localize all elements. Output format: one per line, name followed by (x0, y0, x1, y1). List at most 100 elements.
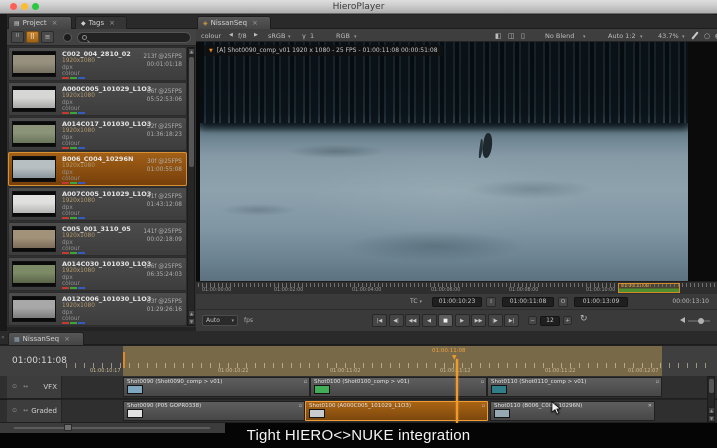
fps-select[interactable]: Auto▾ (202, 315, 238, 326)
step-plus-button[interactable]: + (563, 316, 572, 325)
go-to-end-button[interactable]: ▶| (504, 314, 519, 327)
step-minus-button[interactable]: − (528, 316, 537, 325)
proxy-select[interactable]: Auto 1:2 (608, 32, 636, 40)
timeline-clip[interactable]: Shot0090 (Shot0090_comp > v01) ▫ (123, 377, 310, 397)
fps-label: fps (244, 317, 253, 324)
side-by-side-icon[interactable]: ▯ (521, 32, 525, 40)
play-button[interactable]: ▶ (455, 314, 470, 327)
filter-swatch[interactable] (63, 33, 72, 42)
tab-viewer-nissanseq[interactable]: ◈ NissanSeq × (197, 16, 271, 29)
panel-menu-icon[interactable]: » (1, 334, 5, 341)
play-backward-button[interactable]: ◀ (422, 314, 437, 327)
next-edit-button[interactable]: |▶ (488, 314, 503, 327)
scroll-up-icon[interactable]: ▲ (708, 407, 715, 414)
prev-edit-button[interactable]: ◀| (389, 314, 404, 327)
set-out-button[interactable]: O (558, 297, 568, 307)
timeline-clip[interactable]: Shot0110 (Shot0110_comp > v01) ▫ (487, 377, 662, 397)
clip-name: A014C030_101030_L1O3 (62, 260, 151, 268)
ab-marker-icon[interactable]: ▼ (209, 48, 213, 54)
tab-tags-label: Tags (89, 19, 105, 27)
inout-range[interactable]: 01:00:11:08 (618, 283, 680, 293)
tab-tags[interactable]: ◆ Tags × (75, 16, 127, 29)
ruler-timecode-label: 01:00:04:00 (352, 288, 381, 293)
volume-icon[interactable] (680, 317, 685, 323)
play-backward-fast-button[interactable]: ◀◀ (405, 314, 420, 327)
go-to-start-button[interactable]: |◀ (372, 314, 387, 327)
tracks-scrollbar[interactable]: ▲ ▼ (707, 376, 715, 423)
clip-format: dpx (62, 100, 73, 106)
close-icon[interactable]: × (109, 19, 115, 27)
exposure-up-icon[interactable]: ▶ (254, 32, 258, 38)
clip-thumbnail (12, 51, 56, 77)
bin-clip-item[interactable]: B006_C004_10296N 1920x1080 dpx colour 30… (8, 152, 187, 186)
bin-clip-item[interactable]: A014C017_101030_L1O3 1920x1080 dpx colou… (8, 117, 187, 151)
stack-icon[interactable]: ◫ (508, 32, 515, 40)
wipe-icon[interactable]: ◧ (495, 32, 502, 40)
clip-format: dpx (62, 170, 73, 176)
close-icon[interactable]: × (252, 19, 258, 27)
bin-scrollbar[interactable]: ▲ ▲ ▼ (187, 47, 195, 326)
search-input[interactable] (77, 32, 191, 43)
bin-clip-item[interactable]: C005_001_3110_05 1920x1080 dpx colour 14… (8, 222, 187, 256)
rgb-channels-icon (62, 322, 85, 324)
view-mode-button[interactable]: ⠛ (11, 31, 24, 43)
clip-resolution: 1920x1080 (62, 58, 95, 64)
rgb-channels-icon (62, 112, 85, 114)
scrollbar-thumb[interactable] (709, 379, 714, 393)
channels-select[interactable]: RGB (336, 32, 350, 40)
zoom-level-select[interactable]: 43.7% (658, 32, 679, 40)
gamma-label: γ (302, 32, 306, 40)
close-icon[interactable]: × (64, 335, 70, 343)
blend-select[interactable]: No Blend (545, 32, 574, 40)
tc-mode-select[interactable]: TC ▾ (410, 298, 422, 305)
bin-clip-item[interactable]: A007C005_101029_L1O3 1920x1080 dpx colou… (8, 187, 187, 221)
bin-clip-item[interactable]: A014C030_101030_L1O3 1920x1080 dpx colou… (8, 257, 187, 291)
tab-viewer-label: NissanSeq (211, 19, 247, 27)
scroll-down-icon[interactable]: ▼ (188, 318, 195, 325)
set-in-button[interactable]: I (486, 297, 496, 307)
view-mode-button[interactable]: ≡ (41, 31, 54, 43)
exposure-down-icon[interactable]: ◀ (229, 32, 233, 38)
tab-project[interactable]: ▤ Project × (8, 16, 72, 29)
bin-clip-item[interactable]: C002_004_2810_02 1920x1080 dpx colour 21… (8, 47, 187, 81)
volume-slider-handle[interactable] (698, 318, 704, 324)
current-timecode-field[interactable]: 01:00:11:08 (502, 297, 554, 307)
exposure-value[interactable]: f/8 (238, 32, 247, 40)
loop-icon[interactable]: ↻ (580, 314, 588, 324)
timeline-clip[interactable]: Shot0100 (A000C005_101029_L1O3) ▫ (305, 401, 488, 421)
timeline-clip[interactable]: Shot0100 (Shot0100_comp > v01) ▫ (310, 377, 487, 397)
playhead-line[interactable] (456, 359, 458, 423)
play-fast-button[interactable]: ▶▶ (471, 314, 486, 327)
rgb-channels-icon (62, 182, 85, 184)
view-mode-button[interactable]: ⠿ (26, 31, 39, 43)
clip-badge-icon: ✕ (648, 403, 652, 409)
scroll-down-icon[interactable]: ▼ (708, 415, 715, 422)
step-value-field[interactable]: 12 (540, 316, 560, 326)
clip-name: A012C006_101030_L1O3 (62, 295, 151, 303)
scroll-up-icon[interactable]: ▲ (188, 310, 195, 317)
close-icon[interactable]: × (52, 19, 58, 27)
timeline-ruler[interactable]: 01:00:11:08 01:00:10:1701:00:10:2201:00:… (0, 345, 717, 376)
timeline-clip[interactable]: Shot0110 (B006_C004_10296N) ✕ (490, 401, 655, 421)
timeline-ruler-label: 01:00:11:02 (330, 368, 361, 374)
scrollbar-thumb[interactable] (189, 57, 194, 167)
sequence-icon: ◈ (203, 20, 208, 27)
in-point-field[interactable]: 01:00:10:23 (432, 297, 482, 307)
viewer-timeline-ruler[interactable]: 01:00:11:08 01:00:00:0001:00:02:0001:00:… (196, 281, 717, 294)
annotate-pencil-icon[interactable] (691, 31, 698, 39)
bin-clip-item[interactable]: A012C006_101030_L1O3 1920x1080 dpx colou… (8, 292, 187, 326)
timeline-clip[interactable]: Shot0090 (P05 GOPR0338) ▫ (123, 401, 305, 421)
stop-button[interactable]: ■ (438, 314, 453, 327)
out-point-field[interactable]: 01:00:13:09 (574, 297, 628, 307)
gamma-value[interactable]: 1 (310, 32, 314, 40)
bin-clip-item[interactable]: A000C005_101029_L1O3 1920x1080 dpx colou… (8, 82, 187, 116)
clip-resolution: 1920x1080 (62, 163, 95, 169)
lut-select[interactable]: sRGB (268, 32, 285, 40)
tab-timeline-nissanseq[interactable]: ▦ NissanSeq × (8, 332, 84, 345)
clip-timecode: 01:00:55:08 (147, 167, 182, 173)
scroll-up-icon[interactable]: ▲ (188, 48, 195, 55)
mask-circle-icon[interactable]: ○ (704, 32, 710, 40)
timeline-clip-thumbnail (491, 385, 507, 394)
clip-info-bar: ▼ [A] Shot0090_comp_v01 1920 x 1080 - 25… (204, 45, 443, 56)
clip-timecode: 01:36:18:23 (147, 132, 182, 138)
